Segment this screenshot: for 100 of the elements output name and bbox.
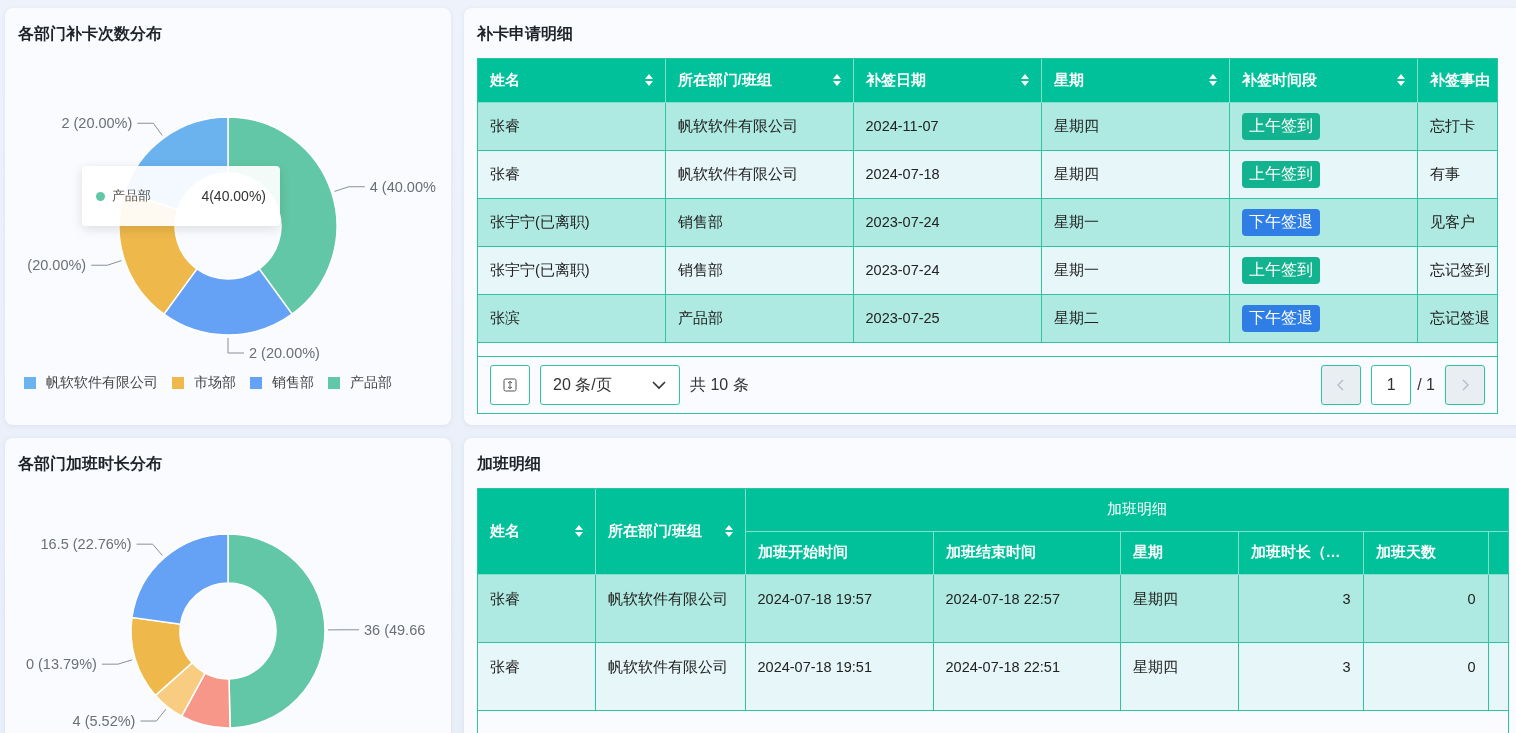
chevron-right-icon [1461, 379, 1469, 391]
leader-line [136, 122, 163, 136]
table-cell: 2023-07-25 [853, 294, 1041, 342]
table-cell: 张睿 [478, 574, 595, 642]
column-header[interactable]: 补签事由 [1417, 59, 1497, 102]
leader-line [227, 337, 245, 354]
table-cell: 忘记签退 [1417, 294, 1497, 342]
table-cell: 0 [1363, 642, 1488, 710]
tooltip-value: 4(40.00%) [201, 188, 266, 204]
column-header[interactable]: 加班结束时间 [933, 531, 1120, 574]
legend-label[interactable]: 销售部 [272, 374, 314, 392]
table-cell: 2023-07-24 [853, 198, 1041, 246]
chevron-down-icon [651, 380, 667, 390]
column-group-header: 加班明细 [745, 489, 1508, 531]
donut-slice[interactable] [154, 662, 206, 717]
column-header[interactable]: 补签时间段 [1229, 59, 1417, 102]
table-cell: 帆软软件有限公司 [665, 150, 853, 198]
column-header[interactable]: 加班天数 [1363, 531, 1488, 574]
column-header[interactable]: 星期 [1041, 59, 1229, 102]
total-count: 共 10 条 [690, 374, 749, 395]
legend-swatch-icon[interactable] [328, 377, 340, 389]
table-cell: 张睿 [478, 150, 665, 198]
card-title: 各部门加班时长分布 [17, 454, 163, 474]
table-cell: 星期一 [1041, 246, 1229, 294]
column-header[interactable]: 所在部门/班组 [665, 59, 853, 102]
sort-icon[interactable] [724, 525, 733, 538]
data-label: 0 (13.79%) [25, 656, 97, 673]
table-cell: 0 [1363, 574, 1488, 642]
table-cell: 张滨 [478, 294, 665, 342]
period-tag: 下午签退 [1241, 304, 1320, 332]
page-size-select[interactable]: 20 条/页 [540, 365, 680, 405]
table-cell: 3 [1238, 642, 1363, 710]
card-title: 加班明细 [476, 454, 542, 474]
sort-icon[interactable] [1396, 74, 1405, 87]
table-cell: 张宇宁(已离职) [478, 246, 665, 294]
table-cell: 张睿 [478, 102, 665, 150]
card-title: 各部门补卡次数分布 [17, 24, 163, 44]
table-cell: 星期四 [1120, 574, 1238, 642]
legend-swatch-icon[interactable] [250, 377, 262, 389]
column-header[interactable]: 所在部门/班组 [595, 489, 745, 574]
row-height-button[interactable] [490, 365, 530, 405]
data-label: 4 (40.00% [369, 178, 436, 195]
donut-slice[interactable] [227, 533, 326, 729]
table-cell: 2024-07-18 22:51 [933, 642, 1120, 710]
donut-slice[interactable] [180, 672, 231, 729]
table-cell: 星期四 [1041, 150, 1229, 198]
leader-line [334, 186, 366, 192]
table-cell: 帆软软件有限公司 [665, 102, 853, 150]
data-label: 36 (49.66 [364, 621, 426, 638]
column-header[interactable]: 姓名 [478, 59, 665, 102]
column-header[interactable]: 姓名 [478, 489, 595, 574]
legend-label[interactable]: 产品部 [350, 374, 392, 392]
data-label: 16.5 (22.76%) [40, 536, 132, 553]
legend-label[interactable]: 帆软软件有限公司 [46, 374, 158, 392]
expand-vertical-icon [503, 378, 517, 392]
table-cell: 2024-11-07 [853, 102, 1041, 150]
tooltip-name: 产品部 [112, 187, 151, 205]
table-cell: 有事 [1417, 150, 1497, 198]
table-cell: 销售部 [665, 246, 853, 294]
leader-line [139, 708, 167, 722]
sort-icon[interactable] [574, 525, 583, 538]
table-cell: 忘记签到 [1417, 246, 1497, 294]
table-cell: 见客户 [1417, 198, 1497, 246]
table-cell: 2024-07-18 22:57 [933, 574, 1120, 642]
sort-icon[interactable] [832, 74, 841, 87]
period-tag: 上午签到 [1241, 256, 1320, 284]
sort-icon[interactable] [1208, 74, 1217, 87]
donut-slice[interactable] [131, 533, 229, 625]
legend-label[interactable]: 市场部 [194, 374, 236, 392]
period-tag: 下午签退 [1241, 208, 1320, 236]
period-tag: 上午签到 [1241, 112, 1320, 140]
column-header[interactable]: 星期 [1120, 531, 1238, 574]
card-title: 补卡申请明细 [476, 24, 574, 44]
table-cell: 2024-07-18 [853, 150, 1041, 198]
table-cell: 星期四 [1120, 642, 1238, 710]
leader-line [90, 260, 122, 266]
sort-icon[interactable] [1020, 74, 1029, 87]
page-number-field[interactable]: 1 [1371, 365, 1412, 405]
donut-slice[interactable] [163, 268, 293, 336]
column-header[interactable]: 加班时长（… [1238, 531, 1363, 574]
leader-line [327, 629, 360, 631]
table-cell: 星期四 [1041, 102, 1229, 150]
page-count: / 1 [1417, 376, 1435, 394]
column-header[interactable]: 加班开始时间 [745, 531, 933, 574]
legend-swatch-icon[interactable] [172, 377, 184, 389]
table-cell: 2024-07-18 19:57 [745, 574, 933, 642]
table-cell: 销售部 [665, 198, 853, 246]
table-cell: 产品部 [665, 294, 853, 342]
table-cell: 星期二 [1041, 294, 1229, 342]
table-cell: 2023-07-24 [853, 246, 1041, 294]
donut-slice[interactable] [130, 616, 193, 697]
legend-swatch-icon[interactable] [24, 377, 36, 389]
leader-line [101, 659, 133, 665]
table-cell: 2024-07-18 19:51 [745, 642, 933, 710]
data-label: 2 (20.00%) [249, 345, 320, 361]
sort-icon[interactable] [644, 74, 653, 87]
table-cell: 帆软软件有限公司 [595, 574, 745, 642]
table-cell: 3 [1238, 574, 1363, 642]
column-header[interactable]: 补签日期 [853, 59, 1041, 102]
table-cell: 张睿 [478, 642, 595, 710]
